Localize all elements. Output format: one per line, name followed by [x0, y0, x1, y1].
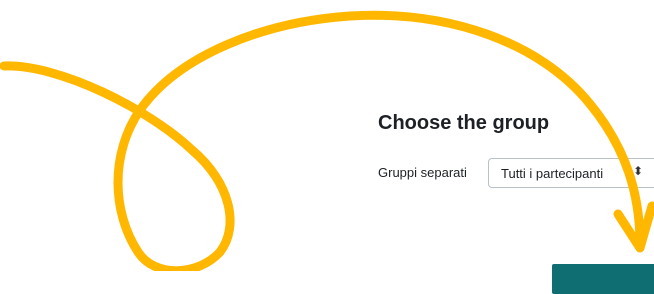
- submit-button[interactable]: [552, 264, 654, 294]
- annotation-arrowhead: [613, 201, 654, 253]
- page-title: Choose the group: [378, 112, 550, 134]
- group-mode-label: Gruppi separati: [378, 165, 467, 180]
- sort-icon: ⬍: [633, 164, 644, 178]
- group-select-value: Tutti i partecipanti: [501, 166, 604, 181]
- group-selection-panel: Choose the group Gruppi separati Tutti i…: [378, 112, 654, 188]
- annotation-arrow-stroke: [0, 10, 645, 271]
- group-select[interactable]: Tutti i partecipanti ⬍: [488, 158, 654, 188]
- annotation-arrow-icon: [0, 10, 654, 271]
- group-mode-row: Gruppi separati Tutti i partecipanti ⬍: [378, 158, 654, 190]
